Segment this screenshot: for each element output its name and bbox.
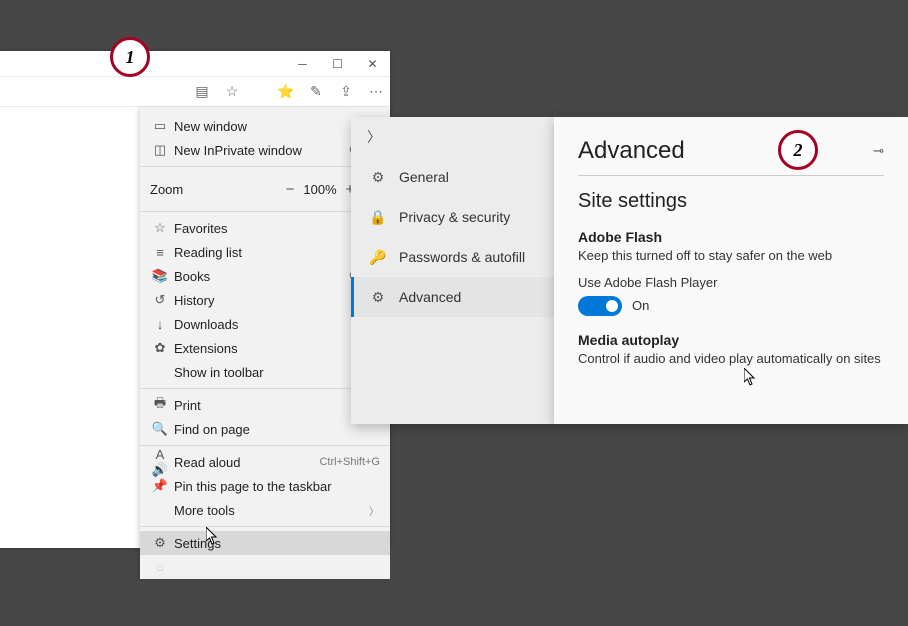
separator bbox=[140, 526, 390, 527]
nav-label: Privacy & security bbox=[389, 209, 510, 225]
menu-label: Read aloud bbox=[170, 455, 319, 470]
speaker-icon: A🔊 bbox=[150, 447, 170, 478]
menu-label: Books bbox=[170, 269, 349, 284]
notes-icon[interactable]: ✎ bbox=[308, 83, 324, 100]
menu-label: Print bbox=[170, 398, 380, 413]
star-icon: ☆ bbox=[150, 220, 170, 236]
callout-2: 2 bbox=[778, 130, 818, 170]
advanced-panel: Advanced ⊸ Site settings Adobe Flash Kee… bbox=[554, 117, 908, 424]
separator bbox=[140, 445, 390, 446]
menu-more-tools[interactable]: More tools 〉 bbox=[140, 498, 390, 522]
titlebar: ─ ☐ ✕ bbox=[0, 51, 390, 77]
window-icon: ▭ bbox=[150, 118, 170, 134]
settings-general[interactable]: ⚙ General bbox=[351, 157, 554, 197]
share-icon[interactable]: ⇪ bbox=[338, 83, 354, 100]
setting-description: Keep this turned off to stay safer on th… bbox=[578, 247, 884, 265]
cursor-icon bbox=[206, 527, 220, 545]
browser-window: ─ ☐ ✕ ▤ ☆ ⭐ ✎ ⇪ ⋯ ▭ New window ◫ New InP… bbox=[0, 51, 390, 548]
setting-description: Control if audio and video play automati… bbox=[578, 350, 884, 368]
panel-title: Advanced bbox=[578, 137, 685, 165]
media-autoplay-section: Media autoplay Control if audio and vide… bbox=[578, 332, 884, 368]
search-icon: 🔍 bbox=[150, 421, 170, 437]
menu-label: Pin this page to the taskbar bbox=[170, 479, 380, 494]
adobe-flash-section: Adobe Flash Keep this turned off to stay… bbox=[578, 229, 884, 316]
menu-settings[interactable]: ⚙ Settings bbox=[140, 531, 390, 555]
menu-label: New InPrivate window bbox=[170, 143, 349, 158]
nav-label: Advanced bbox=[389, 289, 461, 305]
flash-toggle[interactable] bbox=[578, 296, 622, 316]
minimize-button[interactable]: ─ bbox=[285, 51, 320, 77]
lock-icon: 🔒 bbox=[367, 209, 389, 226]
callout-1: 1 bbox=[110, 37, 150, 77]
pin-icon[interactable]: ⊸ bbox=[873, 143, 884, 159]
menu-label: Downloads bbox=[170, 317, 380, 332]
chevron-right-icon: 〉 bbox=[368, 503, 380, 518]
settings-passwords[interactable]: 🔑 Passwords & autofill bbox=[351, 237, 554, 277]
books-icon: 📚 bbox=[150, 268, 170, 284]
toggle-label: Use Adobe Flash Player bbox=[578, 275, 884, 290]
menu-item-partial: ○ bbox=[140, 555, 390, 579]
zoom-label: Zoom bbox=[150, 182, 280, 197]
cursor-icon bbox=[744, 368, 758, 386]
zoom-value: 100% bbox=[300, 182, 340, 197]
menu-read-aloud[interactable]: A🔊 Read aloud Ctrl+Shift+G bbox=[140, 450, 390, 474]
favorite-star-icon[interactable]: ☆ bbox=[224, 83, 240, 100]
gear-icon: ⚙ bbox=[367, 169, 389, 186]
menu-label: New window bbox=[170, 119, 380, 134]
printer-icon: 🖶 bbox=[150, 394, 170, 416]
nav-label: General bbox=[389, 169, 449, 185]
gear-icon: ⚙ bbox=[150, 535, 170, 551]
panel-header: Advanced ⊸ bbox=[578, 137, 884, 176]
shortcut: Ctrl+Shift+G bbox=[319, 456, 380, 468]
favorites-hub-icon[interactable]: ⭐ bbox=[278, 83, 294, 100]
key-icon: 🔑 bbox=[367, 249, 389, 266]
toggle-state: On bbox=[632, 298, 649, 313]
menu-label: More tools bbox=[170, 503, 368, 518]
menu-label: History bbox=[170, 293, 380, 308]
menu-label: Settings bbox=[170, 536, 380, 551]
menu-label: Extensions bbox=[170, 341, 380, 356]
sliders-icon: ⚙ bbox=[367, 289, 389, 306]
settings-back-button[interactable]: 〉 bbox=[351, 117, 554, 157]
setting-title: Adobe Flash bbox=[578, 229, 884, 245]
zoom-out-button[interactable]: − bbox=[280, 181, 300, 198]
flash-toggle-row: On bbox=[578, 296, 884, 316]
settings-privacy[interactable]: 🔒 Privacy & security bbox=[351, 197, 554, 237]
menu-label: Show in toolbar bbox=[170, 365, 368, 380]
download-icon: ↓ bbox=[150, 317, 170, 332]
inprivate-icon: ◫ bbox=[150, 142, 170, 158]
address-bar: ▤ ☆ ⭐ ✎ ⇪ ⋯ bbox=[0, 77, 390, 107]
settings-advanced[interactable]: ⚙ Advanced bbox=[351, 277, 554, 317]
settings-nav: 〉 ⚙ General 🔒 Privacy & security 🔑 Passw… bbox=[351, 117, 554, 424]
pin-icon: 📌 bbox=[150, 478, 170, 494]
toggle-knob bbox=[606, 300, 618, 312]
setting-title: Media autoplay bbox=[578, 332, 884, 348]
chevron-right-icon: 〉 bbox=[367, 127, 381, 147]
maximize-button[interactable]: ☐ bbox=[320, 51, 355, 77]
reading-view-icon[interactable]: ▤ bbox=[194, 83, 210, 100]
puzzle-icon: ✿ bbox=[150, 340, 170, 356]
menu-pin-taskbar[interactable]: 📌 Pin this page to the taskbar bbox=[140, 474, 390, 498]
close-button[interactable]: ✕ bbox=[355, 51, 390, 77]
more-menu-icon[interactable]: ⋯ bbox=[368, 83, 384, 100]
nav-label: Passwords & autofill bbox=[389, 249, 525, 265]
menu-label: Favorites bbox=[170, 221, 380, 236]
list-icon: ≡ bbox=[150, 245, 170, 260]
history-icon: ↺ bbox=[150, 292, 170, 308]
section-heading: Site settings bbox=[578, 190, 884, 213]
menu-label: Reading list bbox=[170, 245, 380, 260]
menu-label: Find on page bbox=[170, 422, 380, 437]
